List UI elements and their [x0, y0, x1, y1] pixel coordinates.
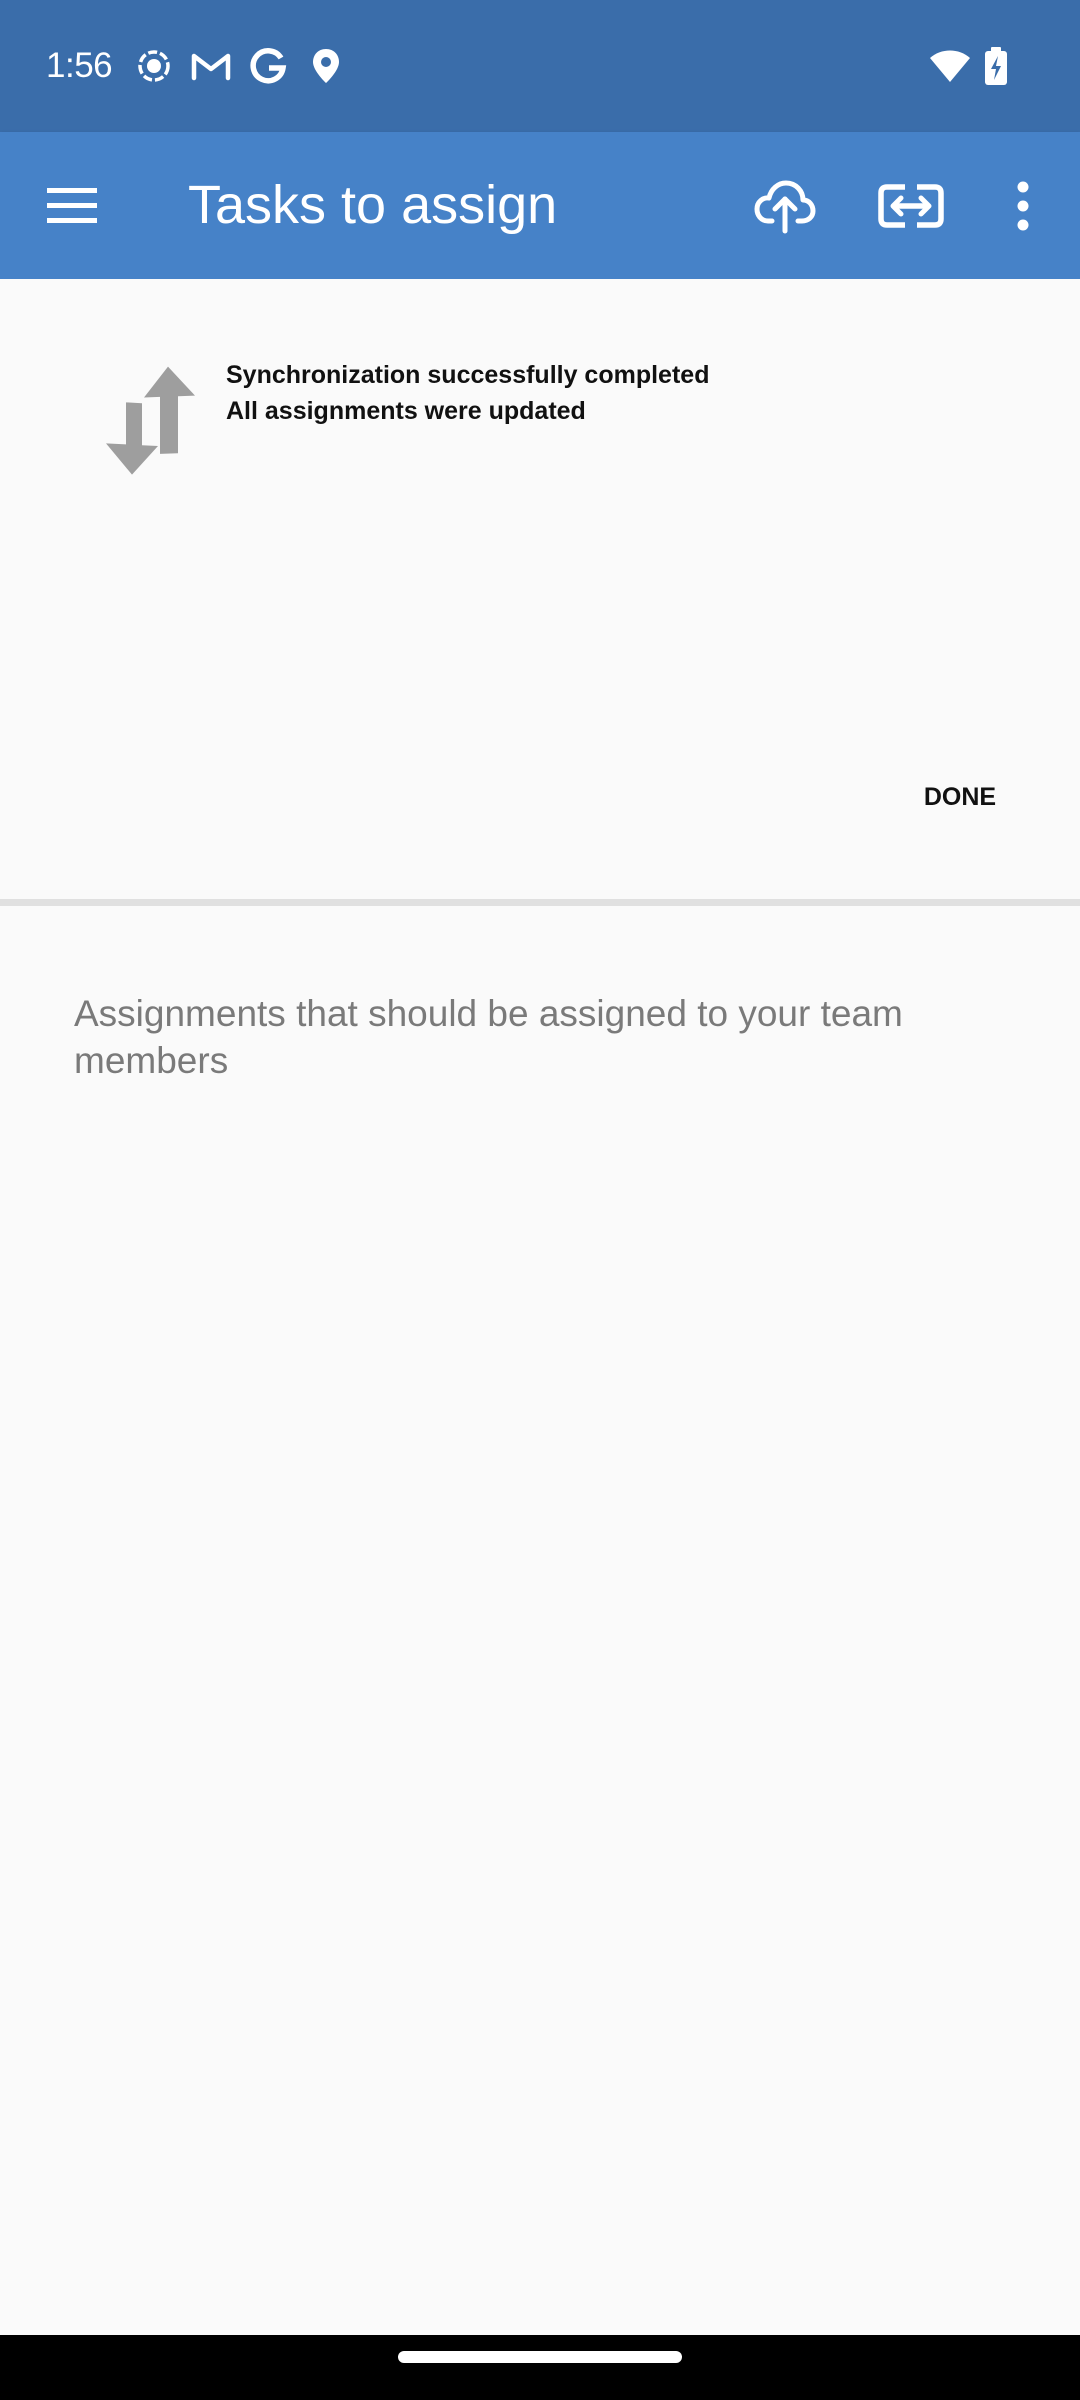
location-icon — [313, 49, 339, 83]
google-icon — [250, 48, 287, 84]
more-options-icon — [1017, 181, 1029, 231]
page-title: Tasks to assign — [188, 175, 558, 235]
wifi-icon — [930, 50, 970, 82]
cloud-sync-button[interactable] — [740, 166, 830, 246]
more-options-button[interactable] — [990, 166, 1056, 246]
status-bar: 1:56 — [0, 0, 1080, 132]
battery-charging-icon — [985, 47, 1007, 85]
status-time: 1:56 — [46, 46, 113, 85]
menu-icon — [47, 188, 97, 223]
assignments-description: Assignments that should be assigned to y… — [74, 993, 903, 1081]
sync-message: Synchronization successfully completed A… — [226, 357, 709, 429]
cloud-sync-icon — [754, 180, 816, 234]
home-indicator[interactable] — [398, 2351, 682, 2363]
done-button[interactable]: DONE — [900, 771, 1020, 823]
sync-arrows-icon — [106, 366, 195, 475]
gmail-icon — [191, 53, 231, 81]
link-button[interactable] — [866, 166, 956, 246]
sync-message-detail: All assignments were updated — [226, 397, 586, 425]
menu-button[interactable] — [30, 169, 114, 241]
navigation-bar — [0, 2335, 1080, 2400]
screen-record-icon — [138, 50, 170, 82]
sync-message-title: Synchronization successfully completed — [226, 361, 710, 389]
app-bar: Tasks to assign — [0, 132, 1080, 279]
link-icon — [878, 184, 944, 228]
divider — [0, 899, 1080, 906]
sync-status-panel: Synchronization successfully completed A… — [0, 279, 1080, 899]
